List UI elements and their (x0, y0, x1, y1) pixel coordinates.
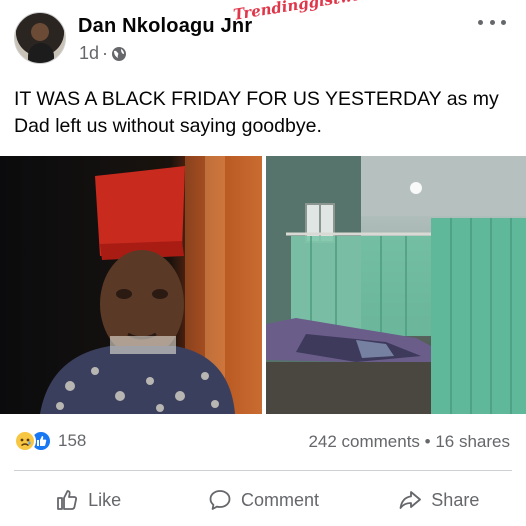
comment-button[interactable]: Comment (175, 478, 350, 522)
post-header: Dan Nkoloagu Jnr 1d · TrendinggistwithNk (0, 0, 526, 78)
watermark-text: TrendinggistwithNk (232, 0, 401, 24)
post-text: IT WAS A BLACK FRIDAY FOR US YESTERDAY a… (14, 88, 499, 137)
post-photos[interactable] (0, 156, 526, 414)
meta-separator: · (102, 43, 109, 63)
action-divider (14, 470, 512, 471)
share-label: Share (431, 489, 480, 510)
post-meta: 1d · (79, 43, 127, 64)
more-options-icon[interactable] (478, 12, 506, 32)
comment-label: Comment (240, 489, 319, 510)
thumbs-up-icon (57, 490, 78, 510)
globe-icon[interactable] (111, 46, 127, 62)
comment-icon (209, 490, 231, 510)
portrait-illustration (40, 156, 262, 414)
hospital-illustration (266, 156, 526, 414)
comments-shares-count[interactable]: 242 comments • 16 shares (308, 432, 510, 452)
author-avatar[interactable] (14, 12, 66, 64)
post-time[interactable]: 1d (79, 43, 99, 64)
reaction-summary[interactable]: 158 (14, 430, 86, 452)
avatar-figure (28, 43, 54, 63)
share-button[interactable]: Share (351, 478, 526, 522)
like-label: Like (88, 489, 122, 510)
author-name[interactable]: Dan Nkoloagu Jnr (78, 15, 252, 38)
sad-reaction-icon (14, 430, 36, 452)
share-arrow-icon (399, 491, 422, 509)
reaction-count: 158 (58, 431, 87, 450)
photo-hospital-bed[interactable] (266, 156, 526, 414)
action-bar: Like Comment Share (0, 478, 526, 522)
like-button[interactable]: Like (0, 478, 175, 522)
photo-portrait[interactable] (0, 156, 262, 414)
